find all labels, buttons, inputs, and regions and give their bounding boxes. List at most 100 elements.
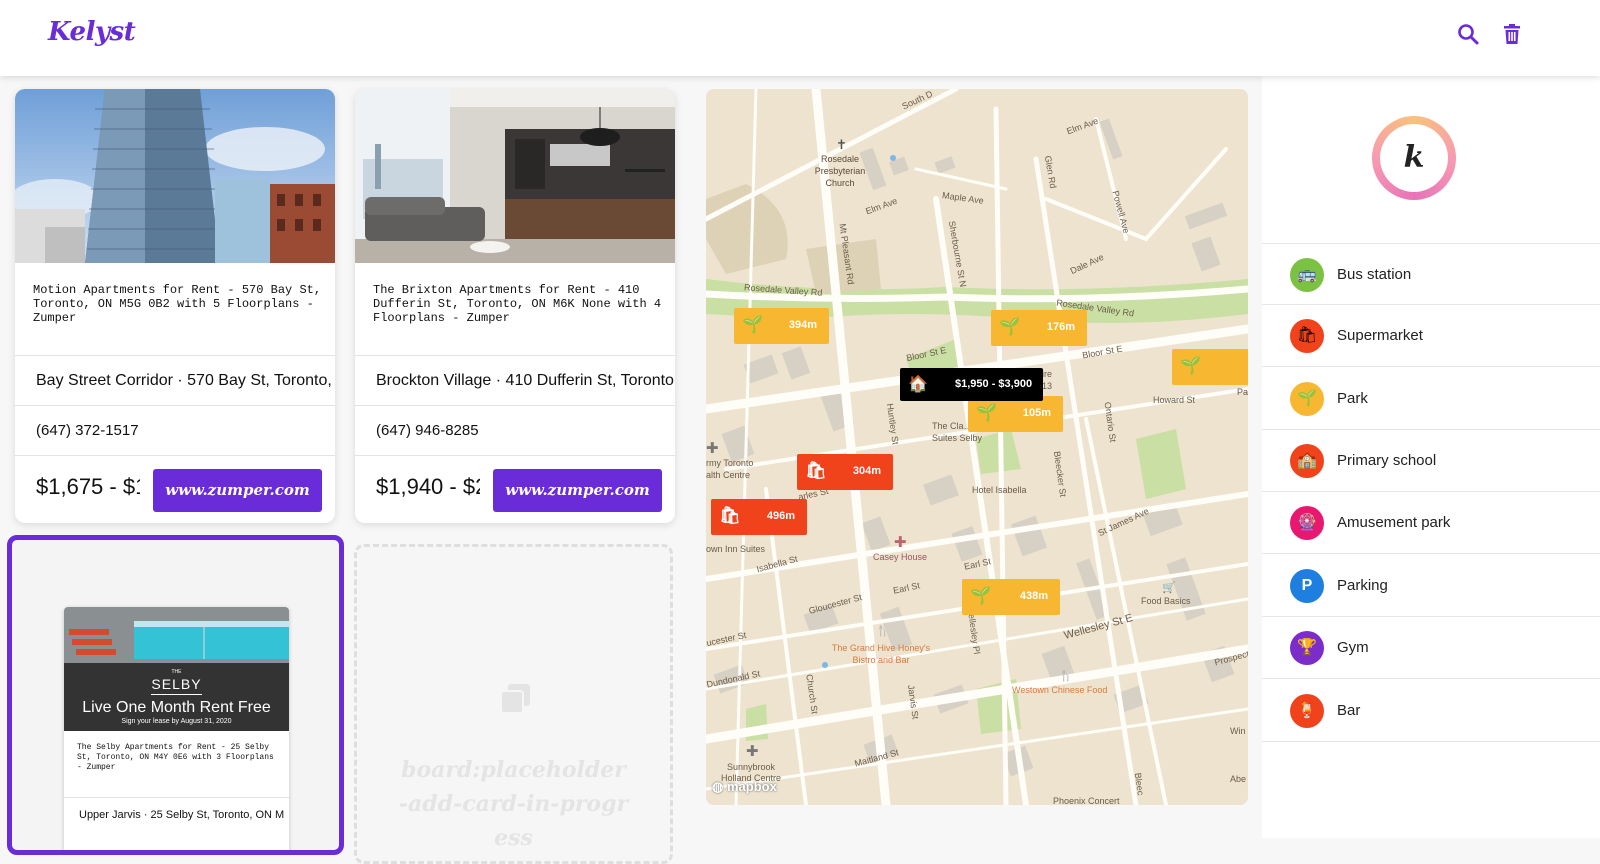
app-logo[interactable]: Kelyst: [48, 17, 136, 47]
map-label-street: Sherbourne St N: [946, 220, 969, 288]
listing-price-label: $1,950 - $3,900: [955, 378, 1033, 390]
map-label-poi: Westown Chinese Food: [1012, 685, 1108, 695]
listing-card[interactable]: The Brixton Apartments for Rent - 410 Du…: [355, 89, 675, 523]
listing-price: $1,940 - $2: [376, 474, 480, 499]
map-label-street: Mt Pleasant Rd: [837, 222, 856, 286]
poi-label: Primary school: [1337, 452, 1437, 469]
poi-label: Park: [1337, 390, 1368, 407]
listing-card[interactable]: Motion Apartments for Rent - 570 Bay St,…: [15, 89, 335, 523]
listing-photo: [64, 607, 289, 663]
placeholder-text: board:placeholder-add-card-in-progress: [398, 757, 629, 851]
map-label-poi: Food Basics: [1141, 596, 1191, 606]
poi-label: Bar: [1337, 702, 1361, 719]
map[interactable]: ✝ Rosedale Presbyterian Church Elm Ave E…: [706, 89, 1248, 805]
hospital-icon: ✚: [746, 743, 759, 760]
map-label-street: Dundonald St: [706, 668, 761, 690]
map-marker-park[interactable]: 🌱: [1172, 349, 1248, 385]
board: Motion Apartments for Rent - 570 Bay St,…: [0, 76, 690, 864]
map-label-street: Bloor St E: [1081, 343, 1124, 361]
add-card-placeholder[interactable]: board:placeholder-add-card-in-progress: [354, 544, 673, 864]
poi-label: Parking: [1337, 577, 1388, 594]
map-labels: ✝ Rosedale Presbyterian Church Elm Ave E…: [706, 89, 1248, 805]
listing-phone[interactable]: (647) 946-8285: [355, 405, 675, 455]
promo-brand-prefix: THE: [171, 669, 182, 675]
marker-distance: 176m: [1046, 321, 1075, 333]
map-label-street: Powell Ave: [1110, 189, 1132, 235]
map-label-street: ellesley Pl: [966, 613, 983, 655]
website-button[interactable]: www.zumper.com: [493, 469, 662, 512]
selected-listing-card[interactable]: THE SELBY Live One Month Rent Free Sign …: [7, 535, 344, 855]
search-icon[interactable]: [1456, 22, 1480, 46]
map-marker-park[interactable]: 🌱 176m: [991, 310, 1087, 346]
map-label-street: South D: [900, 89, 935, 112]
map-marker-park[interactable]: 🌱 394m: [734, 308, 829, 344]
listing-price-row: $1,675 - $1 www.zumper.com: [15, 455, 335, 523]
sprout-icon: 🌱: [970, 586, 992, 605]
poi-item-parking[interactable]: P Parking: [1262, 555, 1600, 617]
promo-subtitle: Sign your lease by August 31, 2020: [121, 718, 232, 725]
marker-distance: 496m: [766, 510, 795, 522]
poi-item-bar[interactable]: 🍹 Bar: [1262, 680, 1600, 742]
add-card-icon: [500, 684, 530, 714]
trash-icon[interactable]: [1500, 22, 1524, 46]
map-label-poi: Rosedale Presbyterian Church: [814, 154, 866, 188]
avatar-letter: k: [1380, 124, 1448, 192]
shopping-bag-icon: 🛍: [805, 461, 827, 480]
map-label-poi: ire: [1042, 369, 1053, 379]
listing-photo: [355, 89, 675, 263]
map-marker-park[interactable]: 🌱 438m: [962, 579, 1060, 615]
marker-distance: 394m: [788, 319, 817, 331]
marker-distance: 105m: [1022, 407, 1051, 419]
house-icon: 🏠: [908, 376, 928, 393]
poi-item-amusement-park[interactable]: 🎡 Amusement park: [1262, 492, 1600, 554]
map-marker-supermarket[interactable]: 🛍 304m: [797, 454, 893, 490]
listing-phone[interactable]: (647) 372-1517: [15, 405, 335, 455]
kelyst-avatar[interactable]: k: [1372, 116, 1456, 200]
listing-title: The Selby Apartments for Rent - 25 Selby…: [77, 743, 274, 772]
listing-card-preview[interactable]: THE SELBY Live One Month Rent Free Sign …: [64, 607, 289, 850]
map-label-poi: Phoenix Concert: [1053, 796, 1120, 805]
sprout-icon: 🌱: [742, 315, 764, 334]
poi-item-bus-station[interactable]: 🚌 Bus station: [1262, 243, 1600, 305]
poi-item-primary-school[interactable]: 🏫 Primary school: [1262, 430, 1600, 492]
listing-price-marker[interactable]: 🏠 $1,950 - $3,900: [900, 368, 1043, 401]
ferris-wheel-icon: 🎡: [1290, 506, 1324, 540]
sprout-icon: 🌱: [1290, 382, 1324, 416]
map-label-poi: Casey House: [873, 552, 928, 562]
poi-label: Supermarket: [1337, 327, 1423, 344]
map-label-street: Church St: [804, 673, 820, 715]
listing-price: $1,675 - $1: [36, 474, 140, 499]
poi-sidebar: k 🚌 Bus station 🛍 Supermarket 🌱 Park 🏫 P…: [1262, 76, 1600, 838]
map-label-street: Wellesley St E: [1062, 612, 1135, 642]
shopping-bag-icon: 🛍: [1290, 319, 1324, 353]
map-marker-supermarket[interactable]: 🛍 496m: [711, 499, 807, 535]
listing-title: Motion Apartments for Rent - 570 Bay St,…: [33, 283, 322, 325]
website-button[interactable]: www.zumper.com: [153, 469, 322, 512]
promo-banner: THE SELBY Live One Month Rent Free Sign …: [64, 663, 289, 731]
shopping-bag-icon: 🛍: [719, 506, 741, 525]
restaurant-icon: 🍴: [876, 625, 890, 637]
trophy-icon: 🏆: [1290, 631, 1324, 665]
map-label-street: Bleecker St: [1051, 450, 1069, 498]
hospital-icon: ✚: [706, 440, 719, 457]
listing-address: Brockton Village · 410 Dufferin St, Toro…: [355, 355, 675, 405]
map-label-poi: rmy Toronto alth Centre: [706, 458, 754, 480]
poi-item-supermarket[interactable]: 🛍 Supermarket: [1262, 305, 1600, 367]
listing-photo: [15, 89, 335, 263]
app-header: Kelyst: [0, 0, 1600, 76]
map-label-street: Huntley St: [884, 402, 901, 446]
church-icon: ✝: [836, 137, 847, 152]
parking-icon: P: [1290, 569, 1324, 603]
listing-title: The Brixton Apartments for Rent - 410 Du…: [373, 283, 662, 325]
mapbox-logo[interactable]: ◍ mapbox: [712, 779, 777, 795]
map-marker-park[interactable]: 🌱 105m: [968, 396, 1063, 432]
map-label-poi: 13: [1042, 381, 1053, 391]
poi-item-park[interactable]: 🌱 Park: [1262, 368, 1600, 430]
map-label-poi: Hotel Isabella: [972, 485, 1027, 495]
map-label-street: Rosedale Valley Rd: [743, 282, 823, 298]
mapbox-icon: ◍: [712, 779, 724, 794]
poi-item-gym[interactable]: 🏆 Gym: [1262, 617, 1600, 679]
map-label-poi: The Grand Hive Honey's Bistro and Bar: [831, 643, 931, 665]
map-label-street: Bloor St E: [905, 344, 948, 364]
promo-title: Live One Month Rent Free: [82, 699, 271, 716]
